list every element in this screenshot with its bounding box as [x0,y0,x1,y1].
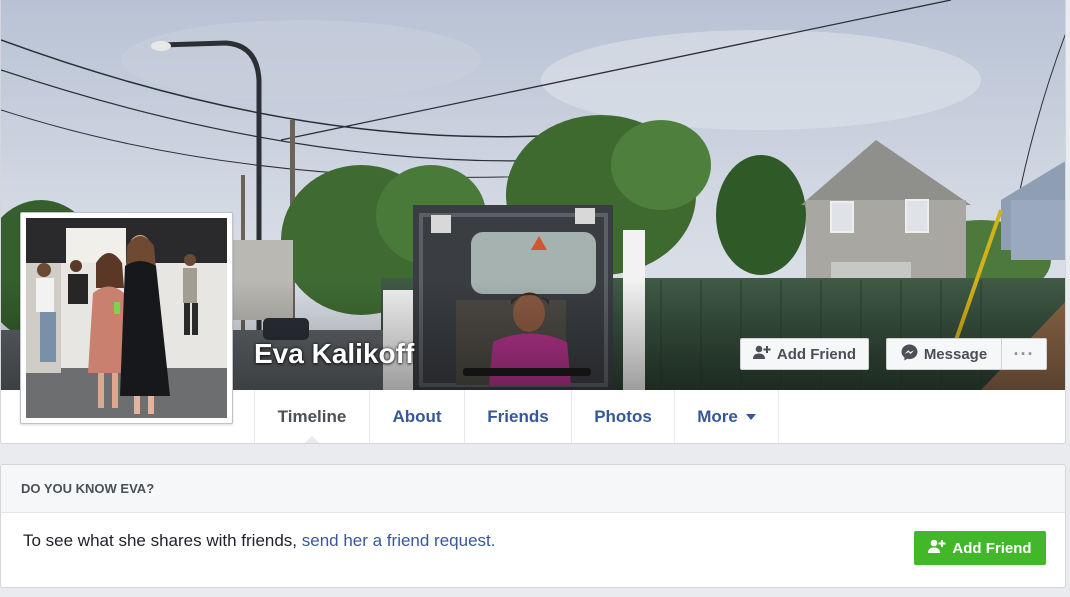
add-friend-icon [752,345,771,363]
add-friend-button[interactable]: Add Friend [740,338,869,370]
add-friend-icon [928,539,946,557]
tab-about[interactable]: About [370,390,465,443]
tab-photos-label: Photos [594,407,652,426]
profile-name[interactable]: Eva Kalikoff [254,338,414,370]
send-friend-request-link[interactable]: send her a friend request. [302,531,496,550]
tab-more-label: More [697,407,738,426]
caret-down-icon [745,414,756,420]
tab-photos[interactable]: Photos [572,390,675,443]
tab-timeline-label: Timeline [277,407,347,426]
tab-friends[interactable]: Friends [465,390,572,443]
do-you-know-card: DO YOU KNOW EVA? To see what she shares … [0,464,1066,588]
add-friend-green-button[interactable]: Add Friend [914,531,1046,565]
tab-about-label: About [392,407,442,426]
do-you-know-body: To see what she shares with friends, [23,531,302,550]
profile-picture[interactable] [20,212,233,424]
profile-nav-tabs: Timeline About Friends Photos More [254,390,779,443]
do-you-know-text: To see what she shares with friends, sen… [23,531,495,551]
profile-picture-image [26,218,227,418]
message-button[interactable]: Message [886,338,1002,370]
tab-more[interactable]: More [675,390,779,443]
message-label: Message [923,345,988,363]
tab-timeline[interactable]: Timeline [255,390,370,443]
more-dots-icon: ··· [1013,343,1035,364]
tab-friends-label: Friends [487,407,549,426]
add-friend-green-label: Add Friend [952,539,1032,557]
more-options-button[interactable]: ··· [1001,338,1047,370]
add-friend-label: Add Friend [776,345,857,363]
do-you-know-heading: DO YOU KNOW EVA? [1,465,1065,513]
messenger-icon [901,344,918,365]
